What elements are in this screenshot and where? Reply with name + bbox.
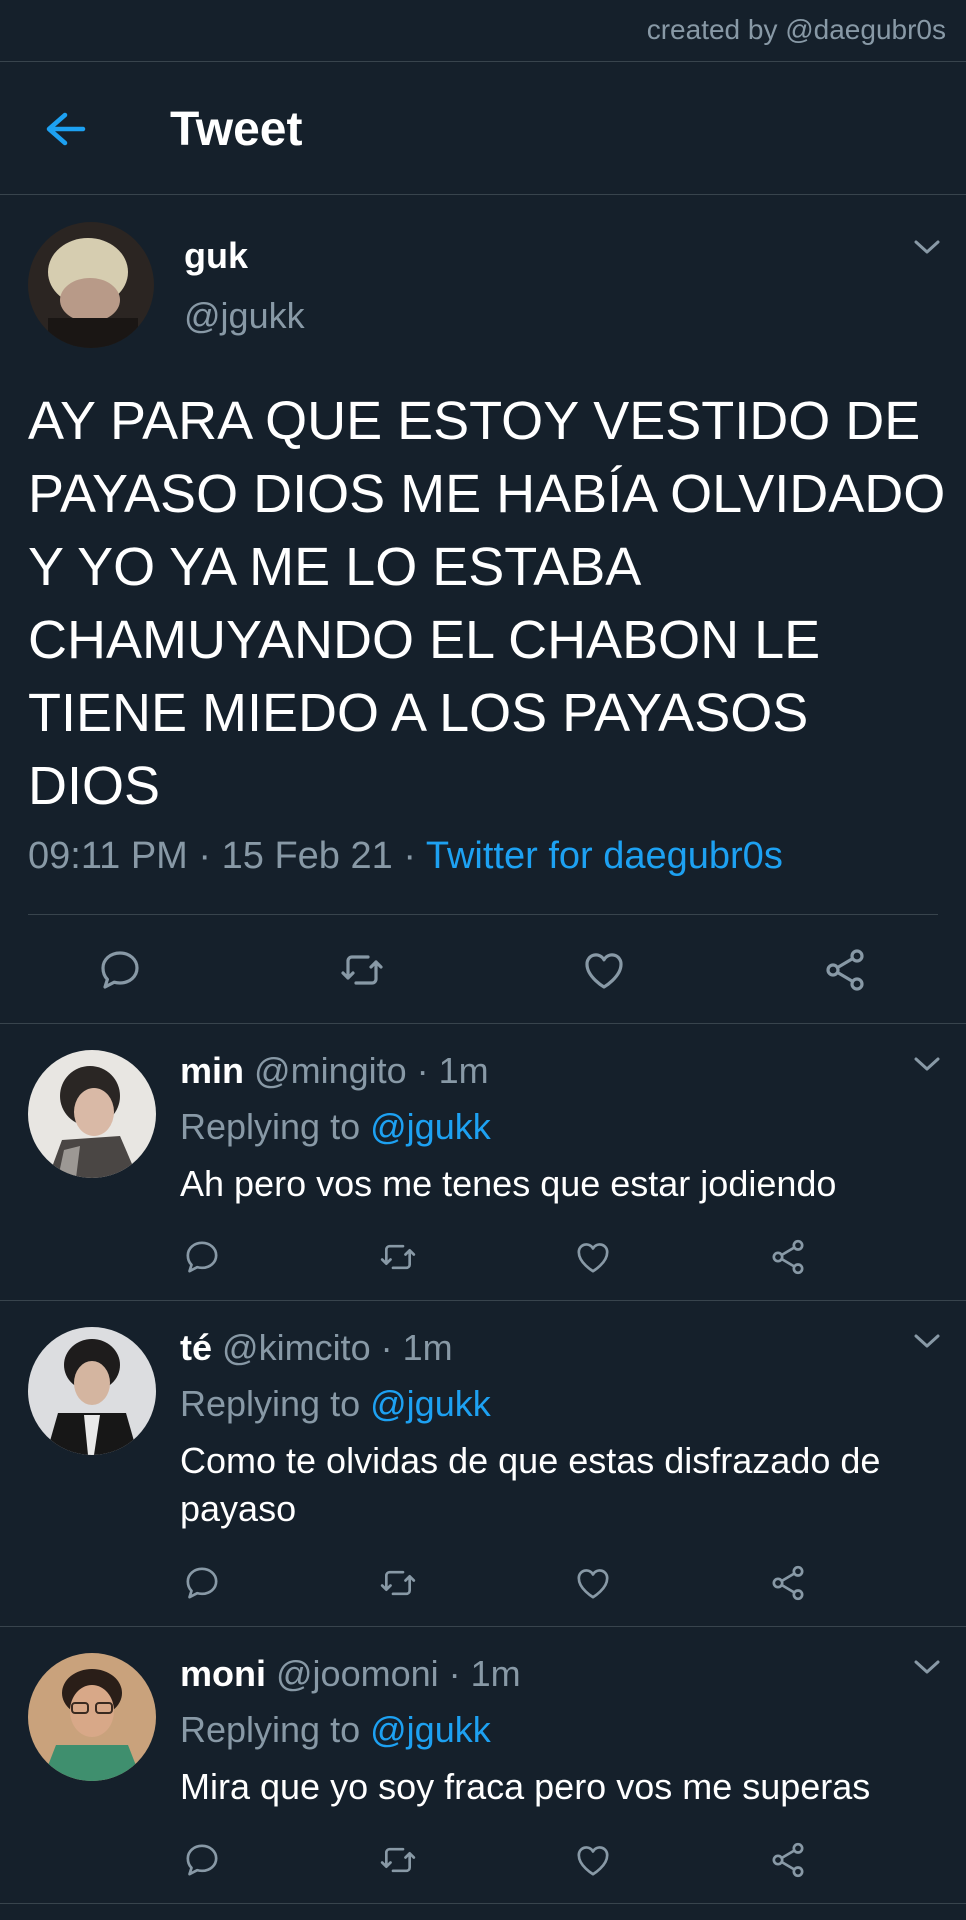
tweet-date: 15 Feb 21 [221,835,393,877]
avatar[interactable] [28,1327,156,1455]
tweet-menu-button[interactable] [912,1657,942,1682]
tweet-meta: 09:11 PM · 15 Feb 21 · Twitter for daegu… [28,835,783,877]
main-tweet: guk @jgukk AY PARA QUE ESTOY VESTIDO DE … [0,195,966,1024]
heart-icon [577,1846,609,1876]
reply-time: 1m [470,1653,521,1694]
reply-tweet[interactable]: min @mingito · 1m Replying to @jgukk Ah … [0,1024,966,1301]
tweet-menu-button[interactable] [912,1054,942,1079]
reply-button[interactable] [90,940,150,1000]
tweet-text: AY PARA QUE ESTOY VESTIDO DE PAYASO DIOS… [28,391,946,816]
tweet-actions [0,940,966,1000]
replying-label: Replying to [180,1383,361,1424]
chevron-down-icon [914,1334,940,1348]
mention-link[interactable]: @jgukk [370,1106,491,1147]
heart-icon [585,953,623,989]
share-button[interactable] [815,940,875,1000]
author-name[interactable]: guk [184,235,248,277]
reply-icon [186,1844,218,1876]
retweet-button[interactable] [332,940,392,1000]
retweet-icon [341,955,383,985]
reply-author-handle[interactable]: @mingito [254,1050,407,1091]
share-icon [826,949,864,991]
mention-link[interactable]: @jgukk [370,1709,491,1750]
reply-icon [186,1241,218,1273]
reply-author-handle[interactable]: @joomoni [276,1653,439,1694]
tweet-menu-button[interactable] [912,237,942,262]
chevron-down-icon [914,1660,940,1674]
credit-bar: created by @daegubr0s [0,0,966,62]
reply-text: Como te olvidas de que estas disfrazado … [180,1440,881,1529]
replying-to: Replying to @jgukk [180,1383,491,1425]
divider [28,914,938,915]
heart-icon [577,1569,609,1599]
like-button[interactable] [574,940,634,1000]
retweet-icon [380,1244,416,1270]
credit-text: created by @daegubr0s [646,14,946,45]
replying-to: Replying to @jgukk [180,1709,491,1751]
share-icon [772,1239,804,1275]
replying-label: Replying to [180,1106,361,1147]
retweet-button[interactable] [373,1558,423,1608]
share-button[interactable] [763,1232,813,1282]
reply-author-name[interactable]: té [180,1327,212,1368]
avatar[interactable] [28,1653,156,1781]
author-handle[interactable]: @jgukk [184,295,305,337]
reply-icon [186,1567,218,1599]
page-title: Tweet [170,103,303,156]
reply-icon [101,951,139,989]
header-bar: Tweet [0,62,966,195]
reply-header: moni @joomoni · 1m [180,1653,521,1694]
back-button[interactable] [40,104,90,154]
replying-label: Replying to [180,1709,361,1750]
reply-actions [0,1232,966,1282]
reply-button[interactable] [177,1835,227,1885]
retweet-icon [380,1847,416,1873]
share-icon [772,1565,804,1601]
reply-button[interactable] [177,1232,227,1282]
reply-tweet[interactable]: té @kimcito · 1m Replying to @jgukk Como… [0,1301,966,1627]
chevron-down-icon [914,1057,940,1071]
retweet-icon [380,1570,416,1596]
reply-header: min @mingito · 1m [180,1050,489,1091]
reply-header: té @kimcito · 1m [180,1327,453,1368]
reply-author-handle[interactable]: @kimcito [222,1327,371,1368]
replying-to: Replying to @jgukk [180,1106,491,1148]
share-button[interactable] [763,1558,813,1608]
like-button[interactable] [568,1558,618,1608]
tweet-menu-button[interactable] [912,1331,942,1356]
reply-text: Ah pero vos me tenes que estar jodiendo [180,1163,837,1204]
reply-actions [0,1835,966,1885]
heart-icon [577,1243,609,1273]
tweet-time: 09:11 PM [28,835,188,877]
reply-actions [0,1558,966,1608]
avatar[interactable] [28,222,154,348]
avatar[interactable] [28,1050,156,1178]
chevron-down-icon [914,240,940,254]
reply-time: 1m [438,1050,489,1091]
reply-author-name[interactable]: moni [180,1653,266,1694]
share-icon [772,1842,804,1878]
tweet-source-link[interactable]: Twitter for daegubr0s [426,835,783,877]
like-button[interactable] [568,1835,618,1885]
reply-text: Mira que yo soy fraca pero vos me supera… [180,1766,871,1807]
arrow-left-icon [46,112,86,146]
reply-button[interactable] [177,1558,227,1608]
reply-time: 1m [402,1327,453,1368]
retweet-button[interactable] [373,1232,423,1282]
reply-tweet[interactable]: moni @joomoni · 1m Replying to @jgukk Mi… [0,1627,966,1904]
retweet-button[interactable] [373,1835,423,1885]
mention-link[interactable]: @jgukk [370,1383,491,1424]
reply-author-name[interactable]: min [180,1050,244,1091]
like-button[interactable] [568,1232,618,1282]
share-button[interactable] [763,1835,813,1885]
